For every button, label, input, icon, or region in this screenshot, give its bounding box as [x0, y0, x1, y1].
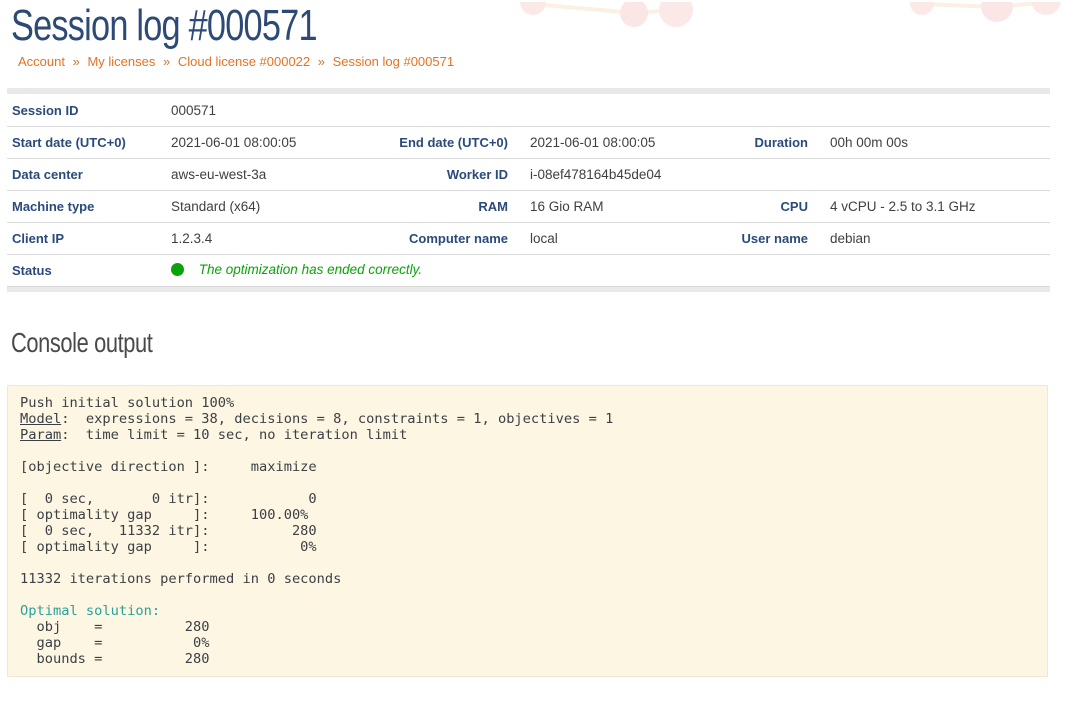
datacenter-row: Data center aws-eu-west-3a Worker ID i-0… — [7, 158, 1050, 190]
cpu-value: 4 vCPU - 2.5 to 3.1 GHz — [814, 190, 1050, 222]
console-solution-values: obj = 280 gap = 0% bounds = 280 — [20, 619, 210, 667]
breadcrumb-link-account[interactable]: Account — [18, 54, 65, 69]
worker-id-label: Worker ID — [374, 158, 514, 190]
duration-label: Duration — [694, 126, 814, 158]
ram-value: 16 Gio RAM — [514, 190, 694, 222]
breadcrumb-separator: » — [73, 54, 80, 69]
console-log-body: [objective direction ]: maximize [ 0 sec… — [20, 459, 341, 587]
console-output-heading: Console output — [11, 328, 833, 359]
computer-name-label: Computer name — [374, 222, 514, 254]
breadcrumb-link-my-licenses[interactable]: My licenses — [87, 54, 155, 69]
client-ip-value: 1.2.3.4 — [167, 222, 374, 254]
client-ip-label: Client IP — [7, 222, 167, 254]
console-optimal-label: Optimal solution: — [20, 603, 160, 619]
user-name-label: User name — [694, 222, 814, 254]
data-center-value: aws-eu-west-3a — [167, 158, 374, 190]
start-date-label: Start date (UTC+0) — [7, 126, 167, 158]
machine-type-label: Machine type — [7, 190, 167, 222]
breadcrumb-separator: » — [318, 54, 325, 69]
computer-name-value: local — [514, 222, 694, 254]
start-date-value: 2021-06-01 08:00:05 — [167, 126, 374, 158]
status-message: The optimization has ended correctly. — [199, 262, 422, 277]
session-id-label: Session ID — [7, 94, 167, 126]
user-name-value: debian — [814, 222, 1050, 254]
worker-id-value: i-08ef478164b45de04 — [514, 158, 1050, 190]
data-center-label: Data center — [7, 158, 167, 190]
status-value-cell: The optimization has ended correctly. — [167, 254, 1050, 286]
breadcrumb-separator: » — [163, 54, 170, 69]
machine-type-value: Standard (x64) — [167, 190, 374, 222]
status-row: Status The optimization has ended correc… — [7, 254, 1050, 286]
end-date-label: End date (UTC+0) — [374, 126, 514, 158]
console-output: Push initial solution 100% Model: expres… — [7, 385, 1048, 677]
console-model-text: : expressions = 38, decisions = 8, const… — [61, 411, 613, 427]
breadcrumb: Account » My licenses » Cloud license #0… — [18, 54, 1065, 69]
ram-label: RAM — [374, 190, 514, 222]
session-id-row: Session ID 000571 — [7, 94, 1050, 126]
session-details-table: Session ID 000571 Start date (UTC+0) 202… — [7, 88, 1050, 292]
cpu-label: CPU — [694, 190, 814, 222]
client-row: Client IP 1.2.3.4 Computer name local Us… — [7, 222, 1050, 254]
duration-value: 00h 00m 00s — [814, 126, 1050, 158]
machine-row: Machine type Standard (x64) RAM 16 Gio R… — [7, 190, 1050, 222]
table-bottom-strip — [7, 286, 1050, 292]
end-date-value: 2021-06-01 08:00:05 — [514, 126, 694, 158]
breadcrumb-current-page: Session log #000571 — [333, 54, 454, 69]
console-model-label: Model — [20, 411, 61, 427]
page-title: Session log #000571 — [11, 2, 833, 50]
status-ok-icon — [171, 263, 184, 276]
dates-row: Start date (UTC+0) 2021-06-01 08:00:05 E… — [7, 126, 1050, 158]
console-line: Push initial solution 100% — [20, 395, 234, 411]
breadcrumb-link-cloud-license[interactable]: Cloud license #000022 — [178, 54, 310, 69]
console-param-text: : time limit = 10 sec, no iteration limi… — [61, 427, 407, 443]
session-id-value: 000571 — [167, 94, 1050, 126]
status-label: Status — [7, 254, 167, 286]
console-param-label: Param — [20, 427, 61, 443]
